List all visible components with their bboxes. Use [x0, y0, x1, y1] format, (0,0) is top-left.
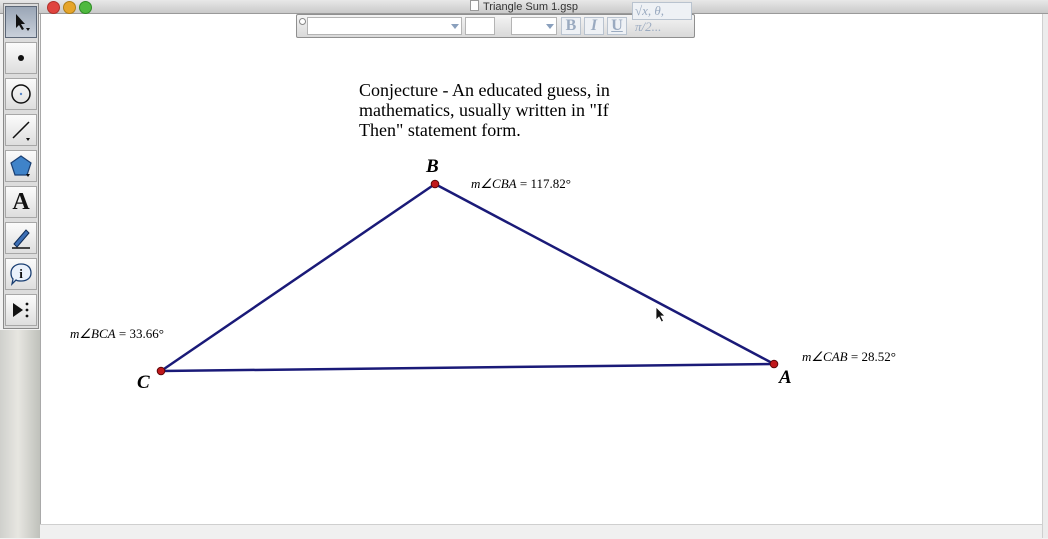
angle-measure-bca[interactable]: m∠BCA = 33.66°: [70, 326, 164, 342]
angle-measure-cab[interactable]: m∠CAB = 28.52°: [802, 349, 896, 365]
segment-ac[interactable]: [160, 362, 775, 373]
angle-measure-name: m∠CBA: [471, 176, 517, 191]
angle-measure-value: = 33.66°: [118, 326, 164, 341]
angle-measure-name: m∠BCA: [70, 326, 116, 341]
point-b[interactable]: [430, 179, 440, 189]
angle-measure-cba[interactable]: m∠CBA = 117.82°: [471, 176, 571, 192]
mouse-cursor-icon: [655, 306, 666, 323]
point-c[interactable]: [156, 366, 166, 376]
angle-measure-value: = 28.52°: [850, 349, 896, 364]
point-a[interactable]: [769, 359, 779, 369]
angle-measure-value: = 117.82°: [519, 176, 571, 191]
angle-measure-name: m∠CAB: [802, 349, 848, 364]
segment-cb[interactable]: [160, 182, 436, 373]
vertex-label-c[interactable]: C: [137, 372, 150, 394]
vertex-label-b[interactable]: B: [426, 156, 439, 178]
vertex-label-a[interactable]: A: [779, 367, 792, 389]
segment-ba[interactable]: [434, 182, 775, 366]
triangle-figure: [156, 179, 779, 376]
